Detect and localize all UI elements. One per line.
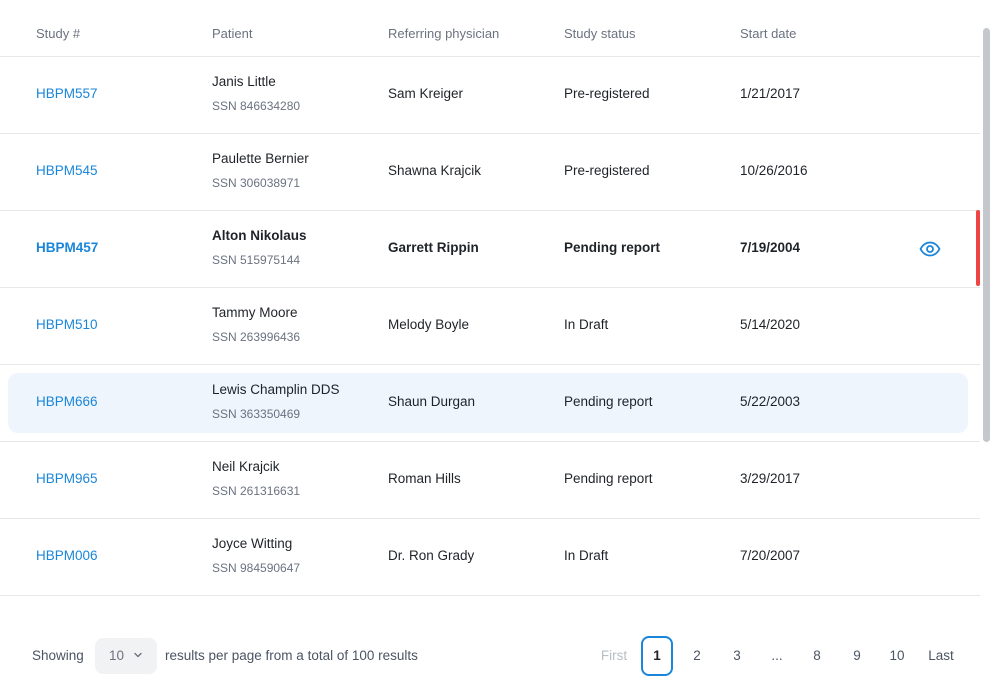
referring-physician: Melody Boyle [388, 317, 470, 332]
study-status: Pending report [564, 471, 653, 486]
patient-name: Neil Krajcik [212, 459, 280, 474]
table-row[interactable]: HBPM457 Alton Nikolaus SSN 515975144 Garret… [0, 211, 980, 288]
patient-ssn: SSN 363350469 [212, 407, 301, 421]
patient-name: Joyce Witting [212, 536, 293, 551]
table-row[interactable]: HBPM965 Neil Krajcik SSN 261316631 Roman Hi… [0, 442, 980, 519]
table-row[interactable]: HBPM557 Janis Little SSN 846634280 Sam Krei… [0, 57, 980, 134]
header-patient[interactable]: Patient [212, 26, 252, 41]
pagination-page-10[interactable]: 10 [881, 636, 913, 676]
patient-ssn: SSN 515975144 [212, 253, 301, 267]
start-date: 5/14/2020 [740, 317, 801, 332]
table-row[interactable]: HBPM510 Tammy Moore SSN 263996436 Melody Bo… [0, 288, 980, 365]
table-row[interactable]: HBPM666 Lewis Champlin DDS SSN 363350469 Sh… [0, 365, 980, 442]
referring-physician: Shaun Durgan [388, 394, 476, 409]
table-row[interactable]: HBPM006 Joyce Witting SSN 984590647 Dr. Ron… [0, 519, 980, 596]
patient-name: Paulette Bernier [212, 151, 309, 166]
pagination: First 1 2 3 ... 8 9 10 Last [0, 636, 992, 676]
header-referring-physician[interactable]: Referring physician [388, 26, 499, 41]
study-number-link[interactable]: HBPM510 [36, 317, 98, 332]
pagination-last[interactable]: Last [924, 636, 958, 676]
patient-ssn: SSN 984590647 [212, 561, 301, 575]
pagination-first[interactable]: First [598, 636, 630, 676]
study-list-app: Study # Patient Referring physician Stud… [0, 0, 992, 700]
start-date: 3/29/2017 [740, 471, 801, 486]
pagination-ellipsis: ... [771, 648, 783, 663]
studies-table: Study # Patient Referring physician Stud… [0, 0, 980, 596]
header-study-number[interactable]: Study # [36, 26, 80, 41]
patient-name: Alton Nikolaus [212, 228, 307, 243]
header-start-date[interactable]: Start date [740, 26, 796, 41]
pagination-page-3[interactable]: 3 [721, 636, 753, 676]
vertical-scrollbar[interactable] [980, 24, 992, 600]
table-header: Study # Patient Referring physician Stud… [0, 0, 980, 57]
pagination-page-9[interactable]: 9 [841, 636, 873, 676]
referring-physician: Dr. Ron Grady [388, 548, 475, 563]
patient-ssn: SSN 846634280 [212, 99, 301, 113]
study-status: Pending report [564, 394, 653, 409]
study-status: In Draft [564, 548, 609, 563]
study-status: In Draft [564, 317, 609, 332]
patient-ssn: SSN 306038971 [212, 176, 301, 190]
referring-physician: Garrett Rippin [388, 240, 479, 255]
patient-name: Lewis Champlin DDS [212, 382, 340, 397]
study-number-link[interactable]: HBPM545 [36, 163, 98, 178]
scrollbar-thumb[interactable] [983, 28, 990, 442]
table-row[interactable]: HBPM545 Paulette Bernier SSN 306038971 Shaw… [0, 134, 980, 211]
study-number-link[interactable]: HBPM965 [36, 471, 98, 486]
start-date: 5/22/2003 [740, 394, 801, 409]
header-study-status[interactable]: Study status [564, 26, 636, 41]
pagination-page-1[interactable]: 1 [641, 636, 673, 676]
study-number-link[interactable]: HBPM666 [36, 394, 98, 409]
start-date: 10/26/2016 [740, 163, 808, 178]
study-status: Pre-registered [564, 86, 650, 101]
study-number-link[interactable]: HBPM457 [36, 240, 98, 255]
patient-name: Tammy Moore [212, 305, 298, 320]
eye-icon[interactable] [919, 241, 941, 257]
patient-ssn: SSN 263996436 [212, 330, 301, 344]
referring-physician: Sam Kreiger [388, 86, 464, 101]
patient-name: Janis Little [212, 74, 276, 89]
referring-physician: Shawna Krajcik [388, 163, 482, 178]
start-date: 7/20/2007 [740, 548, 801, 563]
study-status: Pending report [564, 240, 661, 255]
study-number-link[interactable]: HBPM557 [36, 86, 98, 101]
start-date: 7/19/2004 [740, 240, 801, 255]
study-status: Pre-registered [564, 163, 650, 178]
patient-ssn: SSN 261316631 [212, 484, 301, 498]
table-footer: Showing 10 results per page from a total… [0, 600, 992, 700]
referring-physician: Roman Hills [388, 471, 461, 486]
pagination-page-8[interactable]: 8 [801, 636, 833, 676]
study-number-link[interactable]: HBPM006 [36, 548, 98, 563]
table-body: HBPM557 Janis Little SSN 846634280 Sam Krei… [0, 57, 980, 596]
pagination-page-2[interactable]: 2 [681, 636, 713, 676]
row-hover-highlight [8, 373, 968, 433]
start-date: 1/21/2017 [740, 86, 801, 101]
